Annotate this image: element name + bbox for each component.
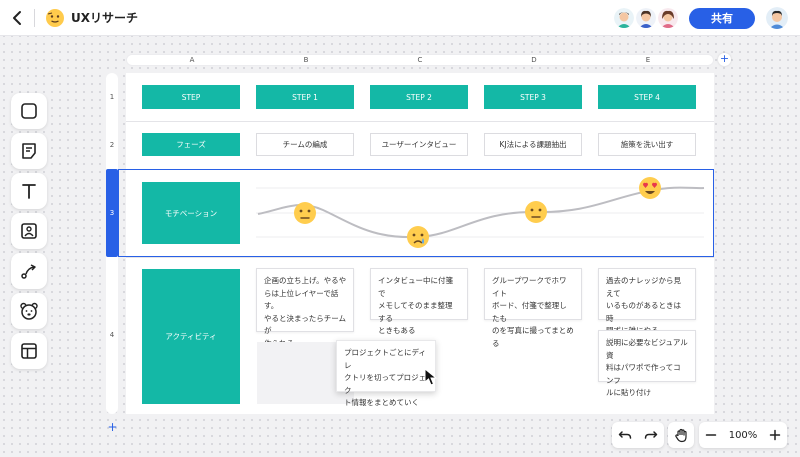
step-cell[interactable]: STEP 2 <box>370 85 468 109</box>
sticky-note-tool-button[interactable] <box>11 133 47 169</box>
note-line: ボード、付箋で整理したも <box>492 301 567 323</box>
row-divider <box>126 121 714 122</box>
zoom-out-button[interactable] <box>699 422 724 448</box>
row-label[interactable]: 1 <box>106 93 118 101</box>
note-line: クトリを切ってプロジェク <box>344 373 427 395</box>
activity-sticky-note[interactable]: グループワークでホワイト ボード、付箋で整理したも のを写真に撮ってまとめる <box>484 268 582 348</box>
image-icon <box>21 223 37 239</box>
board-emoji-icon[interactable] <box>45 8 65 28</box>
activity-sticky-note[interactable]: 企画の立ち上げ。やるやらは上位レイヤーで話す。 やると決まったらチームが 作られ… <box>256 268 354 348</box>
redo-button[interactable] <box>638 422 664 448</box>
step-cell[interactable]: STEP <box>142 85 240 109</box>
left-toolbar <box>11 93 47 373</box>
column-label[interactable]: C <box>363 55 477 66</box>
column-header-bar: A B C D E <box>126 54 714 66</box>
note-line: ルに貼り付け <box>606 388 651 397</box>
shape-icon <box>21 103 37 119</box>
mouse-cursor-icon <box>424 368 438 386</box>
hand-icon <box>674 428 687 442</box>
row-label[interactable]: 2 <box>106 141 118 149</box>
note-line: グループワークでホワイト <box>492 276 567 298</box>
undo-button[interactable] <box>612 422 638 448</box>
header-divider <box>34 9 35 27</box>
phase-cell[interactable]: 施策を洗い出す <box>598 133 696 156</box>
back-button[interactable] <box>6 7 28 29</box>
row-label[interactable]: 4 <box>106 331 118 339</box>
hand-tool-group <box>668 422 694 448</box>
user-avatar[interactable] <box>766 7 788 29</box>
board-title[interactable]: UXリサーチ <box>71 9 138 26</box>
hand-tool-button[interactable] <box>668 422 694 448</box>
activity-sticky-note[interactable]: 過去のナレッジから見えて いるものがあるときは時 間ずに雑にやる <box>598 268 696 335</box>
top-bar: UXリサーチ 共有 <box>0 0 800 36</box>
column-label[interactable]: D <box>477 55 591 66</box>
phase-cell[interactable]: ユーザーインタビュー <box>370 133 468 156</box>
text-tool-button[interactable] <box>11 173 47 209</box>
image-tool-button[interactable] <box>11 213 47 249</box>
selected-row-frame <box>118 169 714 257</box>
activity-sticky-note[interactable]: インタビュー中に付箋で メモしてそのまま整理する ときもある <box>370 268 468 335</box>
avatar[interactable] <box>634 6 658 30</box>
zoom-level[interactable]: 100% <box>724 430 762 441</box>
activity-sticky-note[interactable]: 説明に必要なビジュアル資 料はパワポで作ってコンフ ルに貼り付け <box>598 330 696 397</box>
stamp-tool-button[interactable] <box>11 293 47 329</box>
share-button[interactable]: 共有 <box>689 8 755 29</box>
redo-icon <box>644 431 658 439</box>
note-line: 料はパワポで作ってコンフ <box>606 363 681 385</box>
shape-tool-button[interactable] <box>11 93 47 129</box>
note-line: 企画の立ち上げ。やるやらは上位レイヤーで話す。 <box>264 276 347 310</box>
note-line: ときもある <box>378 326 416 335</box>
add-row-button[interactable]: + <box>106 421 119 434</box>
note-line: いるものがあるときは時 <box>606 301 681 323</box>
phase-header-cell[interactable]: フェーズ <box>142 133 240 156</box>
zoom-control-group: 100% <box>699 422 787 448</box>
plus-icon <box>769 429 780 441</box>
column-label[interactable]: E <box>591 55 705 66</box>
connector-icon <box>21 264 36 279</box>
row-divider <box>126 257 714 258</box>
sticky-note-icon <box>22 143 36 159</box>
activity-header-cell[interactable]: アクティビティ <box>142 269 240 404</box>
avatar[interactable] <box>656 6 680 30</box>
dragging-sticky-note[interactable]: プロジェクトごとにディレ クトリを切ってプロジェク ト情報をまとめていく <box>336 340 436 407</box>
undo-redo-group <box>612 422 664 448</box>
template-icon <box>21 343 37 359</box>
template-tool-button[interactable] <box>11 333 47 369</box>
row-label[interactable]: 3 <box>106 209 118 217</box>
column-label[interactable]: A <box>135 55 249 66</box>
note-line: 過去のナレッジから見えて <box>606 276 681 298</box>
note-line: インタビュー中に付箋で <box>378 276 453 298</box>
connector-tool-button[interactable] <box>11 253 47 289</box>
step-cell[interactable]: STEP 4 <box>598 85 696 109</box>
note-line: ト情報をまとめていく <box>344 398 419 407</box>
add-column-button[interactable]: + <box>718 53 731 66</box>
phase-cell[interactable]: チームの編成 <box>256 133 354 156</box>
note-line: のを写真に撮ってまとめる <box>492 326 574 348</box>
step-cell[interactable]: STEP 1 <box>256 85 354 109</box>
minus-icon <box>706 434 717 436</box>
note-line: メモしてそのまま整理する <box>378 301 453 323</box>
step-cell[interactable]: STEP 3 <box>484 85 582 109</box>
undo-icon <box>618 431 632 439</box>
text-icon <box>22 184 36 199</box>
note-line: やると決まったらチームが <box>264 313 346 336</box>
bear-stamp-icon <box>20 302 38 320</box>
note-line: 説明に必要なビジュアル資 <box>606 338 688 360</box>
column-label[interactable]: B <box>249 55 363 66</box>
chevron-left-icon <box>13 11 21 25</box>
zoom-in-button[interactable] <box>762 422 787 448</box>
phase-cell[interactable]: KJ法による課題抽出 <box>484 133 582 156</box>
avatar[interactable] <box>612 6 636 30</box>
note-line: プロジェクトごとにディレ <box>344 348 426 370</box>
